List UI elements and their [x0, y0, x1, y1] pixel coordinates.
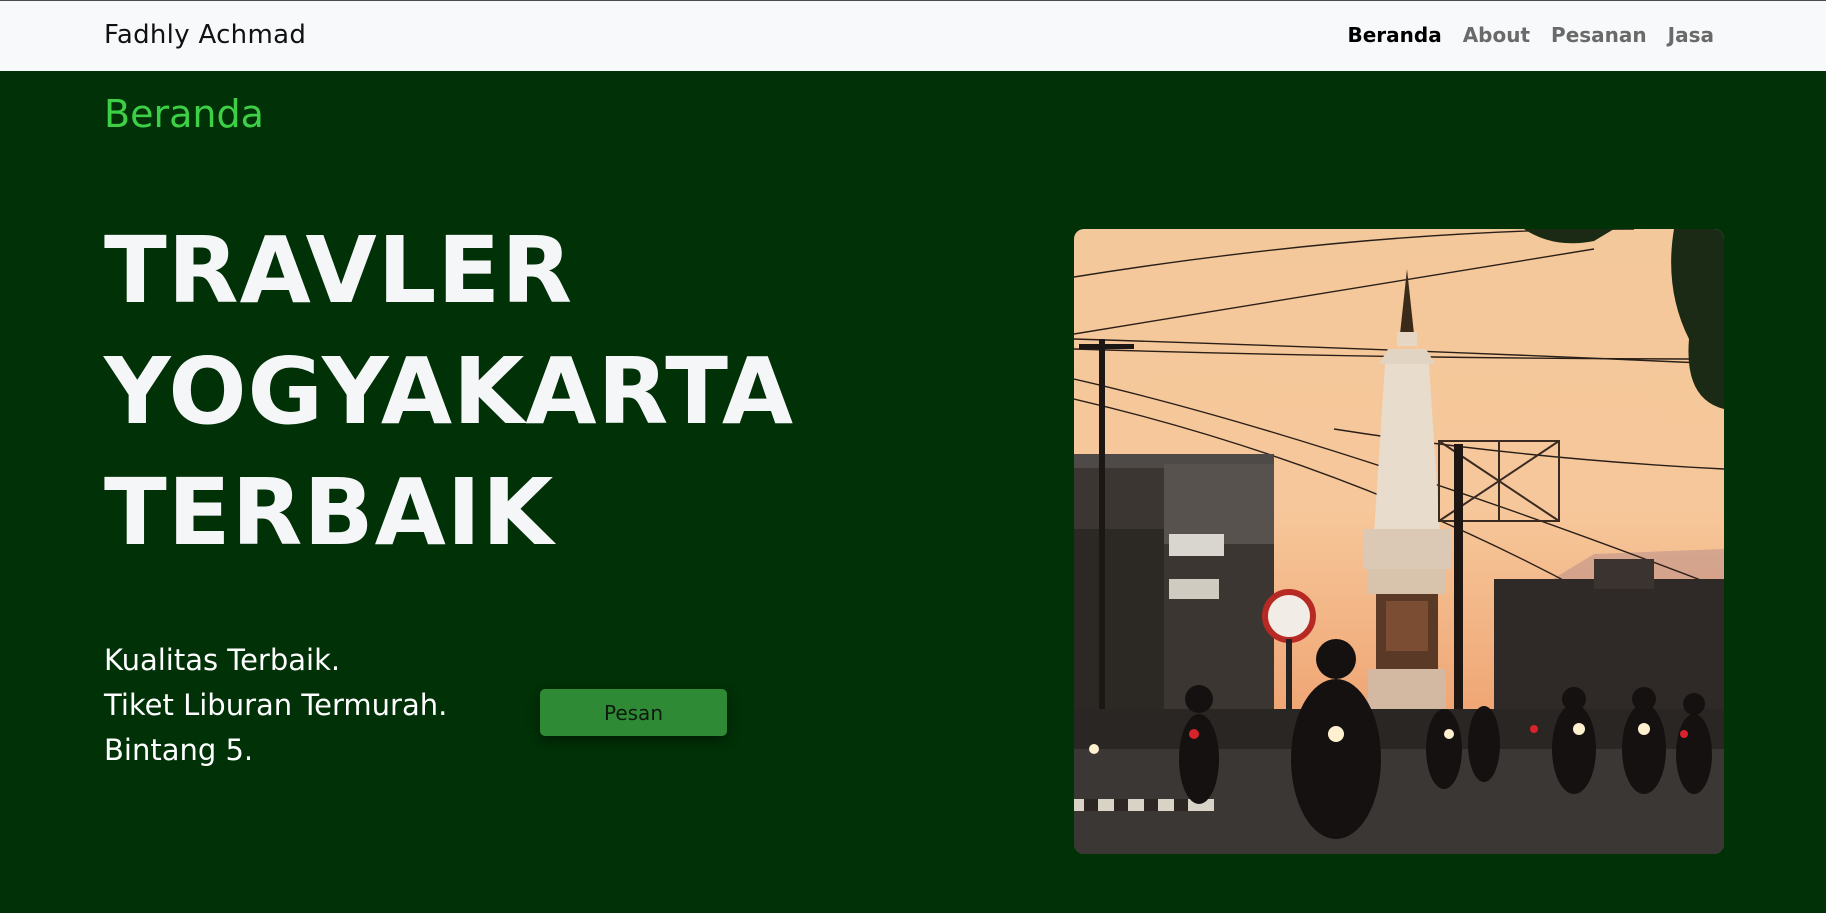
hero-headline: TRAVLER YOGYAKARTA TERBAIK [104, 210, 794, 573]
navbar: Fadhly Achmad Beranda About Pesanan Jasa [0, 0, 1826, 71]
nav-link-beranda[interactable]: Beranda [1347, 23, 1441, 47]
headline-line-2: YOGYAKARTA [104, 338, 795, 445]
feature-ticket: Tiket Liburan Termurah. [104, 688, 448, 722]
sunset-street-illustration [1074, 229, 1724, 854]
headline-line-1: TRAVLER [104, 217, 574, 324]
feature-rating: Bintang 5. [104, 733, 254, 767]
nav-links: Beranda About Pesanan Jasa [1347, 23, 1714, 47]
feature-quality: Kualitas Terbaik. [104, 643, 341, 677]
feature-list: Kualitas Terbaik. Tiket Liburan Termurah… [104, 638, 447, 773]
order-button[interactable]: Pesan [540, 689, 727, 736]
brand-name[interactable]: Fadhly Achmad [104, 20, 306, 50]
headline-line-3: TERBAIK [104, 459, 555, 566]
hero-photo-tugu-yogyakarta [1074, 229, 1724, 854]
nav-link-about[interactable]: About [1463, 23, 1530, 47]
nav-link-pesanan[interactable]: Pesanan [1551, 23, 1647, 47]
nav-link-jasa[interactable]: Jasa [1668, 23, 1714, 47]
section-title: Beranda [104, 92, 264, 136]
